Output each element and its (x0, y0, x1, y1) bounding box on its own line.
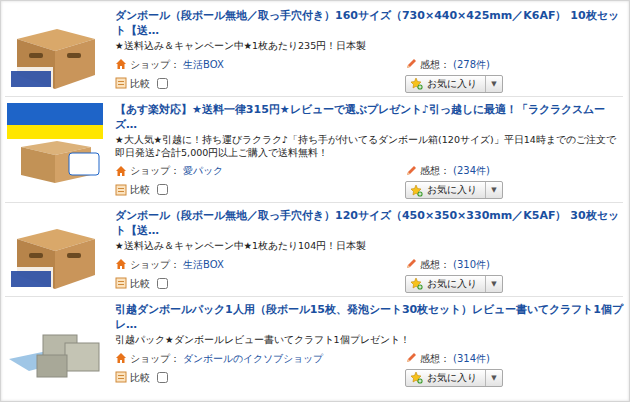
shop-label: ショップ： (130, 258, 180, 271)
compare-icon (115, 77, 127, 89)
product-catchcopy: ★送料込み＆キャンペーン中★1枚あたり104円！日本製 (115, 240, 623, 253)
shop-label: ショップ： (130, 164, 180, 177)
review-info: 感想：(310件) (405, 258, 503, 271)
product-row: ダンボール（段ボール無地／取っ手穴付き）120サイズ（450×350×330mm… (5, 203, 623, 297)
star-plus-icon (410, 371, 423, 384)
compare-checkbox[interactable] (157, 184, 168, 195)
compare-icon (115, 371, 127, 383)
compare-checkbox[interactable] (157, 78, 168, 89)
review-info: 感想：(278件) (405, 58, 503, 71)
favorite-button[interactable]: お気に入り ▼ (405, 181, 503, 199)
favorite-button[interactable]: お気に入り ▼ (405, 75, 503, 93)
review-count-link[interactable]: (234件) (453, 164, 490, 177)
shop-link[interactable]: 愛パック (183, 164, 223, 177)
shop-info: ショップ：愛パック (115, 164, 405, 177)
product-title-link[interactable]: 引越ダンボールパック1人用（段ボール15枚、発泡シート30枚セット）レビュー書い… (115, 303, 623, 333)
favorite-label: お気に入り (427, 371, 477, 385)
house-icon (115, 258, 127, 270)
moving-pack-icon (7, 303, 103, 387)
review-label: 感想： (420, 258, 450, 271)
product-title-link[interactable]: 【あす楽対応】★送料一律315円★レビューで選ぶプレゼント♪引っ越しに最適！「ラ… (115, 103, 623, 133)
favorite-dropdown[interactable]: ▼ (486, 76, 502, 92)
favorite-label: お気に入り (427, 77, 477, 91)
house-icon (115, 165, 127, 177)
house-icon (115, 352, 127, 364)
favorite-label: お気に入り (427, 183, 477, 197)
product-title-link[interactable]: ダンボール（段ボール無地／取っ手穴付き）160サイズ（730×440×425mm… (115, 9, 623, 39)
compare-label: 比較 (130, 277, 150, 290)
pencil-icon (405, 58, 417, 70)
compare-control: 比較 (115, 371, 405, 384)
shop-info: ショップ：ダンボールのイクソブショップ (115, 352, 405, 365)
compare-label: 比較 (130, 371, 150, 384)
product-thumbnail[interactable] (5, 101, 105, 199)
shop-info: ショップ：生活BOX (115, 58, 405, 71)
product-thumbnail[interactable] (5, 7, 105, 93)
product-row: 【あす楽対応】★送料一律315円★レビューで選ぶプレゼント♪引っ越しに最適！「ラ… (5, 97, 623, 203)
shop-link[interactable]: 生活BOX (183, 258, 224, 271)
star-plus-icon (410, 77, 423, 90)
product-title-link[interactable]: ダンボール（段ボール無地／取っ手穴付き）120サイズ（450×350×330mm… (115, 209, 623, 239)
shop-link[interactable]: 生活BOX (183, 58, 224, 71)
star-plus-icon (410, 277, 423, 290)
star-plus-icon (410, 184, 423, 197)
shop-info: ショップ：生活BOX (115, 258, 405, 271)
shop-label: ショップ： (130, 58, 180, 71)
review-label: 感想： (420, 58, 450, 71)
favorite-label: お気に入り (427, 277, 477, 291)
compare-icon (115, 277, 127, 289)
result-list: ダンボール（段ボール無地／取っ手穴付き）160サイズ（730×440×425mm… (0, 0, 630, 402)
product-row: ダンボール（段ボール無地／取っ手穴付き）160サイズ（730×440×425mm… (5, 3, 623, 97)
compare-label: 比較 (130, 183, 150, 196)
review-count-link[interactable]: (278件) (453, 58, 490, 71)
shop-link[interactable]: ダンボールのイクソブショップ (183, 352, 323, 365)
shop-label: ショップ： (130, 352, 180, 365)
review-label: 感想： (420, 352, 450, 365)
product-catchcopy: ★大人気★引越に！持ち運びラクラク♪「持ち手が付いてるダンボール箱(120サイズ… (115, 134, 623, 160)
favorite-dropdown[interactable]: ▼ (486, 276, 502, 292)
cardboard-box-icon (7, 209, 103, 293)
product-catchcopy: ★送料込み＆キャンペーン中★1枚あたり235円！日本製 (115, 40, 623, 53)
review-info: 感想：(234件) (405, 164, 503, 177)
favorite-dropdown[interactable]: ▼ (486, 182, 502, 198)
review-count-link[interactable]: (314件) (453, 352, 490, 365)
pencil-icon (405, 352, 417, 364)
favorite-dropdown[interactable]: ▼ (486, 370, 502, 386)
compare-control: 比較 (115, 277, 405, 290)
review-label: 感想： (420, 164, 450, 177)
compare-icon (115, 184, 127, 196)
pencil-icon (405, 165, 417, 177)
pencil-icon (405, 258, 417, 270)
product-row: 引越ダンボールパック1人用（段ボール15枚、発泡シート30枚セット）レビュー書い… (5, 297, 623, 390)
favorite-button[interactable]: お気に入り ▼ (405, 275, 503, 293)
review-count-link[interactable]: (310件) (453, 258, 490, 271)
compare-checkbox[interactable] (157, 372, 168, 383)
cardboard-box-icon (7, 9, 103, 93)
house-icon (115, 58, 127, 70)
compare-checkbox[interactable] (157, 278, 168, 289)
product-thumbnail[interactable] (5, 207, 105, 293)
review-info: 感想：(314件) (405, 352, 503, 365)
product-catchcopy: 引越パック★ダンボールレビュー書いてクラフト1個プレゼント！ (115, 334, 623, 347)
favorite-button[interactable]: お気に入り ▼ (405, 369, 503, 387)
product-thumbnail[interactable] (5, 301, 105, 387)
compare-control: 比較 (115, 183, 405, 196)
compare-label: 比較 (130, 77, 150, 90)
compare-control: 比較 (115, 77, 405, 90)
handle-box-banner-icon (7, 103, 103, 187)
